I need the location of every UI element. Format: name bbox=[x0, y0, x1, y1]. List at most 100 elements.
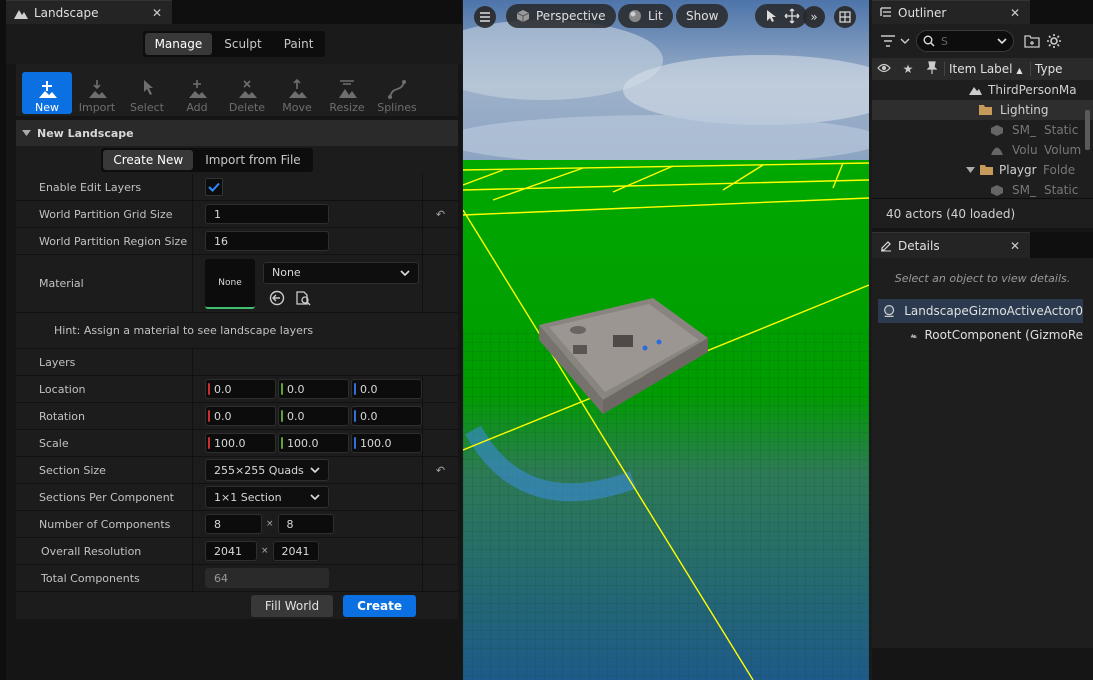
outliner-scrollbar[interactable] bbox=[1085, 110, 1090, 150]
details-tab-title: Details bbox=[898, 238, 940, 253]
reset-to-default-icon[interactable]: ↶ bbox=[422, 201, 458, 227]
column-item-label[interactable]: Item Label ▲ bbox=[944, 62, 1030, 76]
outliner-row[interactable]: Playgr Folde bbox=[872, 160, 1093, 180]
outliner-row[interactable]: Lighting bbox=[872, 100, 1093, 120]
property-label: Sections Per Component bbox=[16, 484, 193, 510]
tool-delete-label: Delete bbox=[228, 101, 266, 114]
move-gizmo-icon[interactable] bbox=[781, 6, 803, 26]
mode-paint[interactable]: Paint bbox=[274, 33, 324, 55]
mode-selector-row: Manage Sculpt Paint bbox=[6, 24, 462, 64]
details-component-row[interactable]: RootComponent (GizmoRe bbox=[878, 323, 1083, 347]
property-row: Layers bbox=[16, 349, 458, 376]
outliner-row[interactable]: ThirdPersonMa bbox=[872, 80, 1093, 100]
location-x-input[interactable]: 0.0 bbox=[205, 379, 276, 399]
tool-resize-button[interactable]: Resize bbox=[322, 72, 372, 114]
hamburger-menu-icon[interactable] bbox=[474, 6, 496, 28]
show-button[interactable]: Show bbox=[676, 4, 729, 28]
filter-icon[interactable] bbox=[880, 34, 910, 48]
add-component-icon bbox=[189, 80, 207, 98]
static-mesh-icon bbox=[991, 185, 1003, 196]
details-tab[interactable]: Details ✕ bbox=[872, 232, 1030, 258]
mode-sculpt[interactable]: Sculpt bbox=[214, 33, 271, 55]
folder-open-icon bbox=[980, 165, 993, 175]
property-label: Rotation bbox=[16, 403, 193, 429]
tool-select-button[interactable]: Select bbox=[122, 72, 172, 114]
num-components-y-input[interactable]: 8 bbox=[277, 514, 334, 534]
actor-icon bbox=[884, 305, 895, 317]
column-type[interactable]: Type bbox=[1030, 62, 1063, 76]
editor-window: Landscape ✕ Manage Sculpt Paint New Impo… bbox=[0, 0, 1093, 680]
num-components-x-input[interactable]: 8 bbox=[205, 514, 262, 534]
folder-open-icon bbox=[979, 105, 992, 115]
total-components-value: 64 bbox=[205, 568, 329, 588]
resolution-y-input[interactable]: 2041 bbox=[272, 541, 319, 561]
more-options-icon[interactable]: » bbox=[803, 6, 825, 28]
tool-splines-button[interactable]: Splines bbox=[372, 72, 422, 114]
resolution-x-input[interactable]: 2041 bbox=[205, 541, 257, 561]
property-label: World Partition Region Size bbox=[16, 228, 193, 254]
tool-delete-button[interactable]: Delete bbox=[222, 72, 272, 114]
landscape-tab-title: Landscape bbox=[34, 5, 99, 20]
landscape-panel: Landscape ✕ Manage Sculpt Paint New Impo… bbox=[0, 0, 462, 680]
outliner-search-input[interactable]: S bbox=[916, 30, 1014, 52]
browse-asset-icon[interactable] bbox=[295, 290, 311, 306]
create-button[interactable]: Create bbox=[343, 594, 416, 617]
scale-x-input[interactable]: 100.0 bbox=[205, 433, 276, 453]
tool-select-label: Select bbox=[130, 101, 164, 114]
tab-import-from-file[interactable]: Import from File bbox=[195, 150, 310, 170]
tool-new-button[interactable]: New bbox=[22, 72, 72, 114]
outliner-actor-count: 40 actors (40 loaded) bbox=[872, 198, 1093, 228]
material-thumbnail[interactable]: None bbox=[205, 258, 255, 309]
location-z-input[interactable]: 0.0 bbox=[351, 379, 422, 399]
property-row: Material None None bbox=[16, 255, 458, 313]
sections-per-component-dropdown[interactable]: 1×1 Section bbox=[205, 486, 329, 508]
new-landscape-section-header[interactable]: New Landscape bbox=[16, 120, 458, 146]
visibility-eye-icon[interactable] bbox=[872, 62, 896, 76]
rotation-y-input[interactable]: 0.0 bbox=[278, 406, 349, 426]
lit-button[interactable]: Lit bbox=[618, 4, 673, 28]
delete-component-icon bbox=[239, 80, 257, 98]
outliner-row[interactable]: Volu Volum bbox=[872, 140, 1093, 160]
tool-add-button[interactable]: Add bbox=[172, 72, 222, 114]
chevron-down-icon bbox=[997, 38, 1007, 44]
close-icon[interactable]: ✕ bbox=[152, 6, 162, 20]
use-selected-asset-icon[interactable] bbox=[269, 290, 285, 306]
sections-per-component-value: 1×1 Section bbox=[214, 490, 282, 504]
section-size-dropdown[interactable]: 255×255 Quads bbox=[205, 459, 329, 481]
tool-import-button[interactable]: Import bbox=[72, 72, 122, 114]
region-size-input[interactable]: 16 bbox=[205, 231, 329, 251]
reset-to-default-icon[interactable]: ↶ bbox=[422, 457, 458, 483]
add-folder-icon[interactable] bbox=[1024, 34, 1040, 48]
material-dropdown[interactable]: None bbox=[263, 261, 419, 284]
checkmark-icon bbox=[208, 182, 220, 192]
landscape-tab[interactable]: Landscape ✕ bbox=[6, 0, 172, 24]
pin-icon[interactable] bbox=[920, 60, 944, 78]
property-row: Rotation 0.0 0.0 0.0 bbox=[16, 403, 458, 430]
enable-edit-layers-checkbox[interactable] bbox=[205, 178, 223, 196]
property-row: Enable Edit Layers bbox=[16, 174, 458, 201]
tab-create-new[interactable]: Create New bbox=[103, 150, 194, 170]
outliner-tab[interactable]: Outliner ✕ bbox=[872, 0, 1030, 24]
close-icon[interactable]: ✕ bbox=[1010, 239, 1020, 253]
fill-world-button[interactable]: Fill World bbox=[250, 594, 334, 617]
perspective-button[interactable]: Perspective bbox=[506, 4, 616, 28]
location-y-input[interactable]: 0.0 bbox=[278, 379, 349, 399]
times-symbol: × bbox=[266, 519, 274, 529]
tool-move-button[interactable]: Move bbox=[272, 72, 322, 114]
outliner-row[interactable]: SM_ Static bbox=[872, 120, 1093, 140]
mode-manage[interactable]: Manage bbox=[144, 33, 213, 55]
gear-icon[interactable] bbox=[1046, 33, 1062, 49]
close-icon[interactable]: ✕ bbox=[1010, 6, 1020, 20]
rotation-x-input[interactable]: 0.0 bbox=[205, 406, 276, 426]
viewport-layout-icon[interactable] bbox=[834, 6, 856, 28]
level-viewport[interactable]: Perspective Lit Show » bbox=[463, 0, 869, 680]
details-actor-row[interactable]: LandscapeGizmoActiveActor0 bbox=[878, 299, 1083, 323]
grid-size-input[interactable]: 1 bbox=[205, 204, 329, 224]
select-cursor-icon[interactable] bbox=[759, 6, 781, 26]
details-tab-bar: Details ✕ bbox=[872, 232, 1093, 258]
scale-z-input[interactable]: 100.0 bbox=[351, 433, 422, 453]
scale-y-input[interactable]: 100.0 bbox=[278, 433, 349, 453]
rotation-z-input[interactable]: 0.0 bbox=[351, 406, 422, 426]
star-icon[interactable]: ★ bbox=[896, 62, 920, 76]
outliner-row[interactable]: SM_ Static bbox=[872, 180, 1093, 198]
